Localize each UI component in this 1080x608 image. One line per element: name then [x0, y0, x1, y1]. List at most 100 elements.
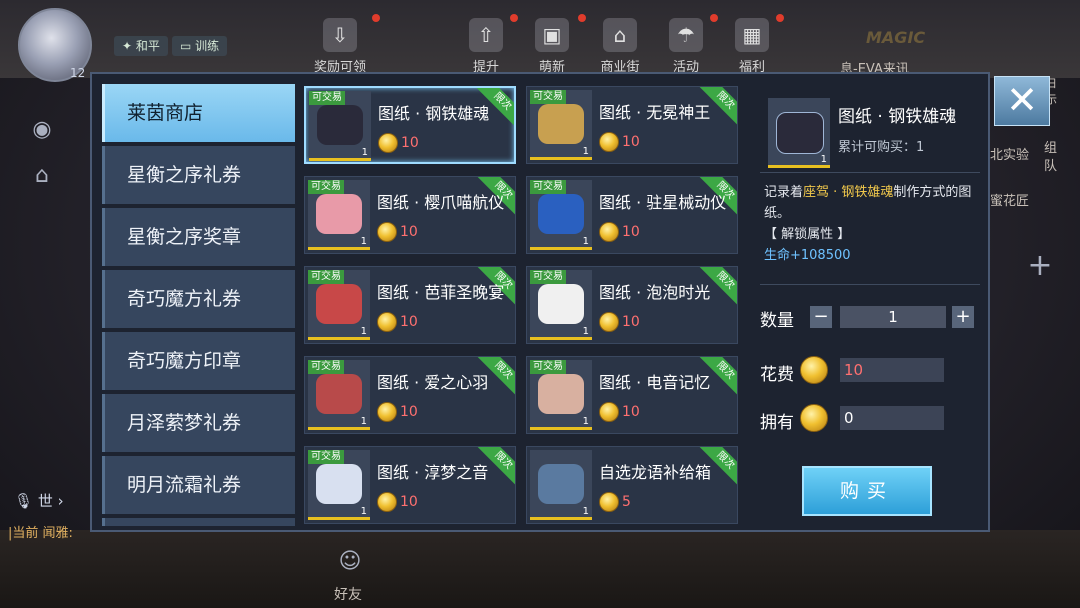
notification-dot	[776, 14, 784, 22]
newbie-button[interactable]: ▣ 萌新	[524, 18, 580, 75]
item-price-value: 10	[400, 313, 418, 330]
shop-item-card[interactable]: 可交易 1 限次 图纸 · 无冕神王 10	[526, 86, 738, 164]
notification-dot	[372, 14, 380, 22]
tab-moon-frost-coupon[interactable]: 明月流霜礼券	[102, 456, 295, 514]
coin-icon	[599, 401, 619, 422]
item-price-value: 10	[622, 223, 640, 240]
shop-item-card[interactable]: 可交易 1 限次 图纸 · 电音记忆 10	[526, 356, 738, 434]
item-qty: 1	[360, 236, 367, 247]
item-price: 10	[599, 311, 640, 333]
activity-button[interactable]: ☂ 活动	[658, 18, 714, 75]
item-thumbnail: 可交易 1	[308, 270, 370, 340]
train-mode-button[interactable]: ▭ 训练	[172, 36, 228, 56]
close-icon: ✕	[1006, 78, 1038, 122]
item-art	[538, 464, 584, 504]
item-price: 5	[599, 491, 631, 513]
peace-mode-label: 和平	[135, 39, 160, 53]
peace-mode-button[interactable]: ✦ 和平	[114, 36, 168, 56]
item-qty: 1	[582, 326, 589, 337]
friend-icon[interactable]: ☺	[336, 548, 364, 576]
coin-icon	[377, 491, 397, 512]
item-qty: 1	[582, 506, 589, 517]
tradable-tag: 可交易	[308, 180, 344, 194]
owned-value: 0	[840, 406, 944, 430]
tab-star-order-medal[interactable]: 星衡之序奖章	[102, 208, 295, 266]
chat-channel-button[interactable]: 🎙 世 ›	[14, 490, 64, 511]
buy-button[interactable]: 购买	[802, 466, 932, 516]
coin-icon	[377, 311, 397, 332]
item-price-value: 5	[622, 493, 631, 510]
tradable-tag: 可交易	[530, 180, 566, 194]
shop-item-card[interactable]: 可交易 1 限次 图纸 · 淳梦之音 10	[304, 446, 516, 524]
detail-item-thumbnail: 1	[768, 98, 830, 168]
shop-item-card[interactable]: 可交易 1 限次 图纸 · 樱爪喵航仪 10	[304, 176, 516, 254]
cost-value: 10	[840, 358, 944, 382]
shop-panel: 莱茵商店 星衡之序礼券 星衡之序奖章 奇巧魔方礼券 奇巧魔方印章 月泽萦梦礼券 …	[90, 72, 990, 532]
item-thumbnail: 可交易 1	[309, 91, 371, 161]
item-art	[538, 374, 584, 414]
item-thumbnail: 可交易 1	[308, 450, 370, 520]
bg-label-flower: 蜜花匠	[990, 194, 1030, 209]
team-button[interactable]: 组队	[1044, 140, 1060, 176]
tradable-tag: 可交易	[308, 450, 344, 464]
coin-icon	[377, 221, 397, 242]
rarity-bar	[308, 247, 370, 250]
item-name: 自选龙语补给箱	[599, 463, 712, 482]
quantity-decrease-button[interactable]: −	[810, 306, 832, 328]
coin-icon	[800, 356, 828, 384]
commerce-button[interactable]: ⌂ 商业街	[592, 18, 648, 75]
shop-item-card[interactable]: 可交易 1 限次 图纸 · 驻星械动仪 10	[526, 176, 738, 254]
item-price-value: 10	[401, 134, 419, 151]
rarity-bar	[768, 165, 830, 168]
shop-item-card[interactable]: 可交易 1 限次 图纸 · 芭菲圣晚宴 10	[304, 266, 516, 344]
coin-icon	[378, 132, 398, 153]
welfare-button[interactable]: ▦ 福利	[724, 18, 780, 75]
tab-cube-seal[interactable]: 奇巧魔方印章	[102, 332, 295, 390]
shop-item-card[interactable]: 可交易 1 限次 图纸 · 爱之心羽 10	[304, 356, 516, 434]
tab-star-order-coupon[interactable]: 星衡之序礼券	[102, 146, 295, 204]
item-thumbnail: 可交易 1	[530, 270, 592, 340]
item-art	[316, 194, 362, 234]
item-name: 图纸 · 泡泡时光	[599, 283, 711, 302]
close-button[interactable]: ✕	[994, 76, 1050, 126]
coin-icon	[800, 404, 828, 432]
bg-label-lab: 北实验	[990, 148, 1030, 163]
eye-icon[interactable]: ◉	[28, 116, 56, 144]
item-art	[316, 374, 362, 414]
quantity-increase-button[interactable]: +	[952, 306, 974, 328]
upgrade-button[interactable]: ⇧ 提升	[458, 18, 514, 75]
shop-item-card[interactable]: 可交易 1 限次 图纸 · 泡泡时光 10	[526, 266, 738, 344]
quantity-label: 数量	[760, 311, 794, 331]
tradable-tag: 可交易	[308, 360, 344, 374]
tab-more[interactable]	[102, 518, 295, 526]
item-art	[317, 105, 363, 145]
tab-rhine-shop[interactable]: 莱茵商店	[102, 84, 295, 142]
friend-label: 好友	[334, 587, 362, 603]
notification-dot	[710, 14, 718, 22]
item-price-value: 10	[622, 313, 640, 330]
item-name: 图纸 · 芭菲圣晚宴	[377, 283, 505, 302]
item-art	[316, 464, 362, 504]
item-art	[538, 284, 584, 324]
rarity-bar	[530, 247, 592, 250]
home-icon[interactable]: ⌂	[28, 162, 56, 190]
tab-moon-dream-coupon[interactable]: 月泽萦梦礼券	[102, 394, 295, 452]
rarity-bar	[308, 337, 370, 340]
shop-item-grid: 可交易 1 限次 图纸 · 钢铁雄魂 10 可交易 1 限次 图纸 · 无冕神王 10 可交易 1 限次…	[304, 86, 744, 526]
train-mode-label: 训练	[195, 39, 220, 53]
shop-item-card[interactable]: 1 限次 自选龙语补给箱 5	[526, 446, 738, 524]
coin-icon	[377, 401, 397, 422]
quantity-input[interactable]: 1	[840, 306, 946, 328]
reward-button[interactable]: ⇩ 奖励可领	[312, 18, 368, 75]
rarity-bar	[530, 517, 592, 520]
item-name: 图纸 · 驻星械动仪	[599, 193, 727, 212]
item-qty: 1	[582, 146, 589, 157]
item-thumbnail: 可交易 1	[308, 360, 370, 430]
divider	[760, 172, 980, 173]
tab-cube-coupon[interactable]: 奇巧魔方礼券	[102, 270, 295, 328]
shop-item-card[interactable]: 可交易 1 限次 图纸 · 钢铁雄魂 10	[304, 86, 516, 164]
upgrade-icon: ⇧	[469, 18, 503, 52]
item-price: 10	[599, 131, 640, 153]
item-thumbnail: 可交易 1	[530, 360, 592, 430]
plus-icon[interactable]: +	[1026, 251, 1054, 281]
